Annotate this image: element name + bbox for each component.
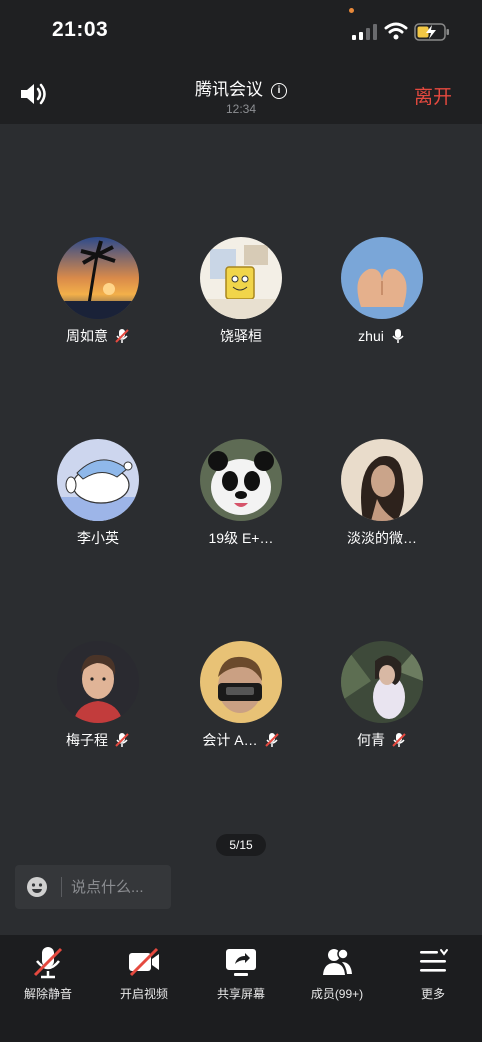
privacy-indicator-dot: [349, 8, 354, 13]
battery-charging-icon: [414, 23, 449, 41]
status-time: 21:03: [52, 18, 109, 41]
participant-tile[interactable]: zhui: [302, 237, 462, 345]
avatar: [200, 439, 282, 521]
participant-name: zhui: [358, 328, 384, 344]
participant-tile[interactable]: 梅子程: [18, 641, 178, 749]
members-button[interactable]: 成员(99+): [289, 945, 385, 1002]
mic-muted-icon: [115, 329, 129, 343]
emoji-icon[interactable]: [27, 877, 47, 897]
avatar: [200, 237, 282, 319]
participant-name-row: 何青: [302, 731, 462, 749]
divider: [61, 877, 62, 897]
participant-name-row: 周如意: [18, 327, 178, 345]
mic-muted-icon: [115, 733, 129, 747]
unmute-label: 解除静音: [23, 987, 72, 1001]
participant-name-row: 会计 A…: [161, 731, 321, 749]
share-screen-label: 共享屏幕: [216, 987, 265, 1001]
participant-name-row: 淡淡的微…: [302, 529, 462, 547]
mic-on-icon: [392, 329, 404, 343]
participant-name-row: 饶驿桓: [161, 327, 321, 345]
mic-muted-icon: [392, 733, 406, 747]
meeting-title[interactable]: 腾讯会议 i: [0, 75, 482, 100]
avatar: [341, 439, 423, 521]
participant-name: 何青: [357, 732, 385, 748]
camera-off-icon: [129, 947, 159, 977]
participant-tile[interactable]: 会计 A…: [161, 641, 321, 749]
participant-name: 周如意: [66, 328, 108, 344]
participant-tile[interactable]: 饶驿桓: [161, 237, 321, 345]
avatar: [57, 237, 139, 319]
avatar: [341, 237, 423, 319]
more-label: 更多: [420, 987, 445, 1001]
page-indicator: 5/15: [216, 834, 266, 856]
start-video-button[interactable]: 开启视频: [96, 945, 192, 1002]
info-icon[interactable]: i: [271, 83, 287, 99]
participant-tile[interactable]: 何青: [302, 641, 462, 749]
participant-name: 饶驿桓: [220, 328, 262, 344]
participant-name: 淡淡的微…: [347, 530, 417, 546]
bottom-toolbar: 解除静音 开启视频 共享屏幕 成员(99+) 更多: [0, 935, 482, 1042]
meeting-header: 腾讯会议 i 12:34 离开: [0, 62, 482, 124]
members-icon: [323, 948, 352, 975]
participant-name-row: 李小英: [18, 529, 178, 547]
start-video-label: 开启视频: [119, 987, 168, 1001]
cellular-signal-icon: [352, 24, 377, 40]
participant-name: 19级 E+…: [208, 530, 274, 546]
more-button[interactable]: 更多: [385, 945, 481, 1002]
participant-name-row: 19级 E+…: [161, 529, 321, 547]
status-bar: 21:03: [0, 0, 482, 62]
avatar: [200, 641, 282, 723]
participant-name: 李小英: [77, 530, 119, 546]
participant-name-row: 梅子程: [18, 731, 178, 749]
chat-input[interactable]: [71, 865, 167, 909]
share-screen-button[interactable]: 共享屏幕: [193, 945, 289, 1002]
meeting-title-text: 腾讯会议: [195, 80, 263, 99]
leave-button[interactable]: 离开: [414, 82, 452, 109]
participant-name: 会计 A…: [202, 732, 258, 748]
wifi-icon: [384, 22, 408, 40]
participant-name: 梅子程: [66, 732, 108, 748]
mic-muted-icon: [264, 733, 279, 747]
participant-name-row: zhui: [302, 327, 462, 345]
avatar: [57, 641, 139, 723]
participant-tile[interactable]: 淡淡的微…: [302, 439, 462, 547]
participant-tile[interactable]: 19级 E+…: [161, 439, 321, 547]
participant-tile[interactable]: 周如意: [18, 237, 178, 345]
participant-tile[interactable]: 李小英: [18, 439, 178, 547]
more-icon: [420, 949, 448, 972]
members-label: 成员(99+): [310, 987, 364, 1001]
avatar: [341, 641, 423, 723]
meeting-duration: 12:34: [225, 102, 257, 116]
avatar: [57, 439, 139, 521]
unmute-button[interactable]: 解除静音: [0, 945, 96, 1002]
share-screen-icon: [226, 949, 256, 976]
chat-input-box[interactable]: [15, 865, 171, 909]
mic-muted-icon: [33, 947, 63, 979]
